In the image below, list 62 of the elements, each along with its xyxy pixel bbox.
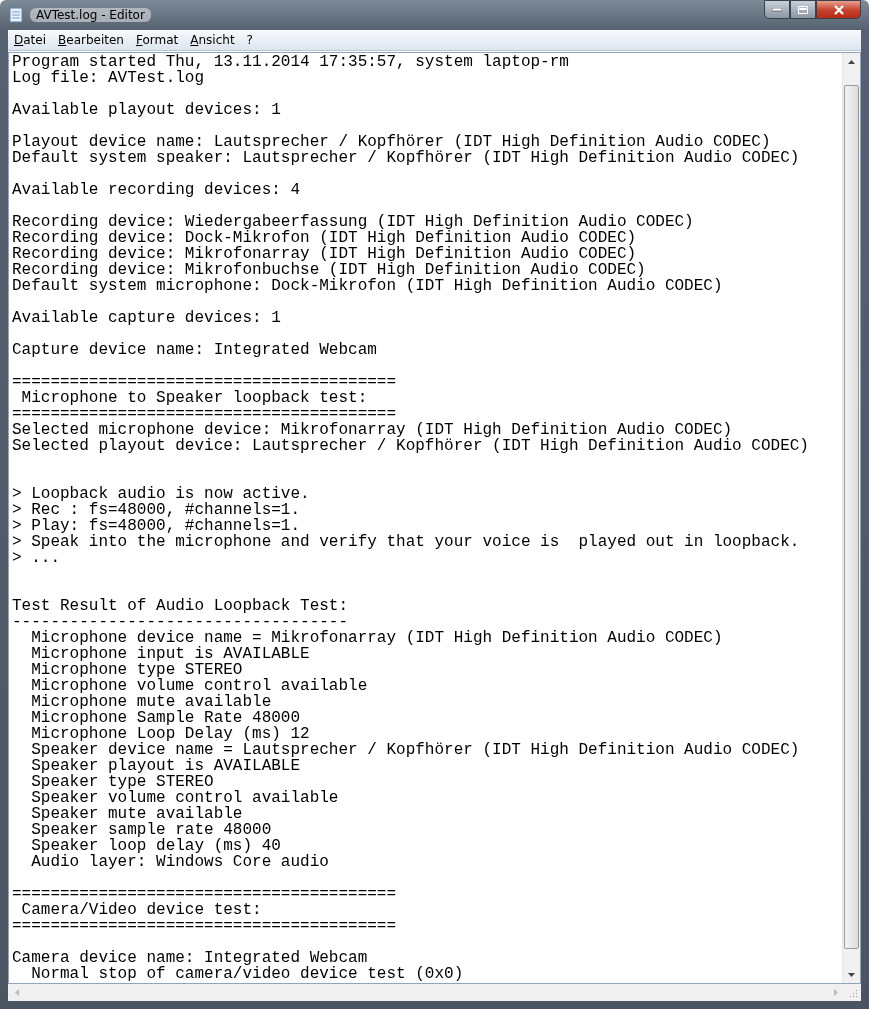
log-line: Speaker loop delay (ms) 40 bbox=[30, 838, 281, 854]
log-line: ======================================== bbox=[12, 374, 398, 390]
log-line: Camera/Video device test: bbox=[20, 902, 263, 918]
log-line: > ... bbox=[12, 550, 61, 566]
log-line: Microphone Loop Delay (ms) 12 bbox=[30, 726, 310, 742]
log-line: Microphone volume control available bbox=[30, 678, 369, 694]
menu-item[interactable]: ? bbox=[240, 33, 259, 47]
log-line: > Speak into the microphone and verify that your voice is played out in loopback. bbox=[12, 534, 801, 550]
maximize-button[interactable] bbox=[790, 0, 816, 19]
maximize-icon bbox=[798, 5, 808, 14]
menu-item[interactable]: Ansicht bbox=[184, 33, 241, 47]
log-line: Recording device: Mikrofonarray (IDT High Definition Audio CODEC) bbox=[12, 246, 637, 262]
log-line: > Loopback audio is now active. bbox=[12, 486, 311, 502]
log-line: Capture device name: Integrated Webcam bbox=[12, 342, 378, 358]
log-line: Available capture devices: 1 bbox=[12, 310, 282, 326]
menu-item[interactable]: Format bbox=[129, 33, 185, 47]
menu-item[interactable]: Bearbeiten bbox=[52, 33, 130, 47]
log-line: ======================================== bbox=[12, 918, 398, 934]
log-line: Test Result of Audio Loopback Test: bbox=[12, 598, 350, 614]
log-line: Audio layer: Windows Core audio bbox=[30, 854, 330, 870]
log-line: ======================================== bbox=[12, 886, 398, 902]
log-line: Speaker device name = Lautsprecher / Kopfhörer (IDT High Definition Audio CODEC) bbox=[30, 742, 801, 758]
log-line: Speaker volume control available bbox=[30, 790, 340, 806]
log-line: Program started Thu, 13.11.2014 17:35:57, system laptop-rm bbox=[12, 54, 570, 70]
log-line: Recording device: Mikrofonbuchse (IDT High Definition Audio CODEC) bbox=[12, 262, 646, 278]
minimize-icon bbox=[772, 7, 782, 12]
log-line: Recording device: Dock-Mikrofon (IDT High Definition Audio CODEC) bbox=[12, 230, 638, 246]
log-line: Microphone input is AVAILABLE bbox=[30, 646, 311, 662]
log-line: Speaker mute available bbox=[30, 806, 244, 822]
log-line: Microphone to Speaker loopback test: bbox=[20, 390, 369, 406]
log-line: ----------------------------------- bbox=[12, 614, 349, 630]
log-line: Selected playout device: Lautsprecher / Kopfhörer (IDT High Definition Audio CODEC) bbox=[12, 438, 810, 454]
minimize-button[interactable] bbox=[764, 0, 790, 19]
log-line: Log file: AVTest.log bbox=[12, 70, 206, 86]
log-line: Microphone Sample Rate 48000 bbox=[30, 710, 302, 726]
log-line: Speaker type STEREO bbox=[30, 774, 214, 790]
log-line: > Play: fs=48000, #channels=1. bbox=[12, 518, 301, 534]
resize-grip-icon[interactable] bbox=[848, 988, 857, 997]
log-line: Microphone type STEREO bbox=[30, 662, 243, 678]
log-line: Default system speaker: Lautsprecher / Kopfhörer (IDT High Definition Audio CODEC) bbox=[12, 150, 801, 166]
log-line: ======================================== bbox=[12, 406, 397, 422]
scroll-down-arrow-icon[interactable] bbox=[848, 972, 855, 977]
close-icon bbox=[832, 4, 845, 15]
log-line: Available recording devices: 4 bbox=[12, 182, 302, 198]
log-line: Microphone mute available bbox=[30, 694, 273, 710]
log-line: Camera device name: Integrated Webcam bbox=[12, 950, 369, 966]
log-line: Speaker sample rate 48000 bbox=[30, 822, 273, 838]
scroll-up-arrow-icon[interactable] bbox=[848, 59, 855, 64]
log-line: Normal stop of camera/video device test (0x0) bbox=[30, 966, 465, 982]
close-button[interactable] bbox=[816, 0, 861, 19]
log-line: > Rec : fs=48000, #channels=1. bbox=[12, 502, 302, 518]
log-line: Playout device name: Lautsprecher / Kopfhörer (IDT High Definition Audio CODEC) bbox=[12, 134, 771, 150]
menu-item[interactable]: Datei bbox=[8, 33, 53, 47]
notepad-icon bbox=[8, 7, 24, 23]
log-line: Microphone device name = Mikrofonarray (IDT High Definition Audio CODEC) bbox=[30, 630, 724, 646]
scrollbar-thumb[interactable] bbox=[844, 85, 859, 949]
window-title: AVTest.log - Editor bbox=[30, 8, 151, 22]
log-line: Available playout devices: 1 bbox=[12, 102, 282, 118]
log-line: Default system microphone: Dock-Mikrofon (IDT High Definition Audio CODEC) bbox=[12, 278, 724, 294]
log-line: Speaker playout is AVAILABLE bbox=[30, 758, 302, 774]
log-line: Selected microphone device: Mikrofonarray (IDT High Definition Audio CODEC) bbox=[12, 422, 733, 438]
log-line: Recording device: Wiedergabeerfassung (IDT High Definition Audio CODEC) bbox=[12, 214, 695, 230]
